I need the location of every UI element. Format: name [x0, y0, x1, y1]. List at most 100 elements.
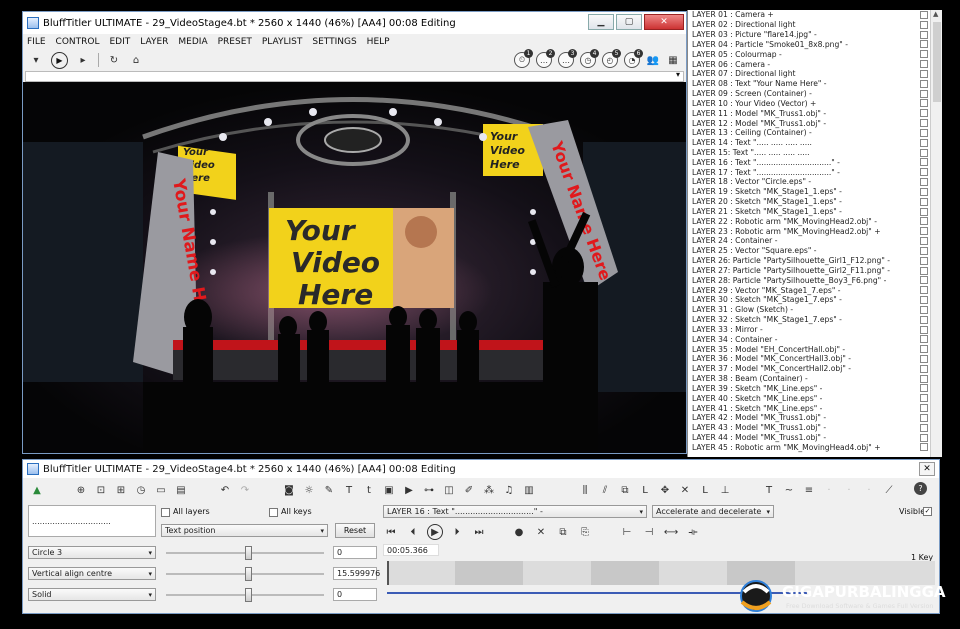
close-button[interactable]: ✕ — [644, 14, 684, 30]
chart-icon[interactable]: ▥ — [521, 482, 537, 498]
layer-visibility-checkbox[interactable] — [920, 89, 928, 98]
menu-preset[interactable]: PRESET — [218, 37, 252, 47]
menu-layer[interactable]: LAYER — [140, 37, 168, 47]
audio-icon[interactable]: ♫ — [501, 482, 517, 498]
layer-row[interactable]: LAYER 01 : Camera + — [688, 10, 942, 20]
refresh-icon[interactable]: ↻ — [107, 53, 121, 67]
reset-button[interactable]: Reset — [335, 523, 375, 538]
paste-key-icon[interactable]: ⎘ — [577, 524, 593, 540]
layer-visibility-checkbox[interactable] — [920, 296, 928, 305]
layer-visibility-checkbox[interactable] — [920, 433, 928, 442]
param-slider-1[interactable] — [166, 546, 324, 560]
param-combo-1[interactable]: Circle 3 ▾ — [28, 546, 156, 559]
play-icon[interactable]: ▶ — [51, 51, 68, 69]
layer-row[interactable]: LAYER 40 : Sketch "MK_Line.eps" - — [688, 393, 942, 403]
layer-row[interactable]: LAYER 09 : Screen (Container) - — [688, 89, 942, 99]
cube-icon[interactable]: ◫ — [441, 482, 457, 498]
text-input[interactable]: ............................... — [28, 505, 156, 537]
layer-row[interactable]: LAYER 41 : Sketch "MK_Line.eps" - — [688, 403, 942, 413]
param-value-2[interactable]: 15.599976 — [333, 567, 380, 580]
record-icon[interactable]: ● — [511, 524, 527, 540]
all-layers-checkbox[interactable] — [161, 508, 170, 517]
timer-icon[interactable]: ⏲ 1 — [514, 49, 533, 68]
menu-help[interactable]: HELP — [367, 37, 390, 47]
layer-visibility-checkbox[interactable] — [920, 443, 928, 452]
time-field[interactable]: 00:05.366 — [383, 544, 439, 556]
layer-visibility-checkbox[interactable] — [920, 187, 928, 196]
layer-row[interactable]: LAYER 21 : Sketch "MK_Stage1_1.eps" - — [688, 207, 942, 217]
redo-icon[interactable]: ↷ — [237, 482, 253, 498]
layer-list[interactable]: LAYER 01 : Camera + LAYER 02 : Directiona… — [687, 10, 942, 457]
forward-icon[interactable]: ▸ — [76, 53, 90, 67]
undo-icon[interactable]: ↶ — [217, 482, 233, 498]
menu-media[interactable]: MEDIA — [178, 37, 207, 47]
layer-combo[interactable]: LAYER 16 : Text ".......................… — [383, 505, 647, 518]
layer-visibility-checkbox[interactable] — [920, 217, 928, 226]
layer-row[interactable]: LAYER 27: Particle "PartySilhouette_Girl… — [688, 266, 942, 276]
layer-row[interactable]: LAYER 08 : Text "Your Name Here" - — [688, 79, 942, 89]
layer-row[interactable]: LAYER 10 : Your Video (Vector) + — [688, 98, 942, 108]
menu-settings[interactable]: SETTINGS — [312, 37, 356, 47]
slider-thumb[interactable] — [245, 546, 252, 560]
layer-row[interactable]: LAYER 30 : Sketch "MK_Stage1_7.eps" - — [688, 295, 942, 305]
param-slider-2[interactable] — [166, 567, 324, 581]
chat-icon[interactable]: … 2 — [536, 49, 555, 68]
layer-row[interactable]: LAYER 42 : Model "MK_Truss1.obj" - — [688, 413, 942, 423]
layer-visibility-checkbox[interactable] — [920, 148, 928, 157]
step-back-icon[interactable]: ⏴ — [405, 524, 421, 540]
layer-row[interactable]: LAYER 36 : Model "MK_ConcertHall3.obj" - — [688, 354, 942, 364]
layer-visibility-checkbox[interactable] — [920, 50, 928, 59]
layer-row[interactable]: LAYER 15: Text "..... ..... ..... ..... — [688, 148, 942, 158]
all-keys-checkbox[interactable] — [269, 508, 278, 517]
layer-row[interactable]: LAYER 07 : Directional light — [688, 69, 942, 79]
layer-row[interactable]: LAYER 17 : Text ".......................… — [688, 167, 942, 177]
layer-row[interactable]: LAYER 06 : Camera - — [688, 59, 942, 69]
home-icon[interactable]: ⌂ — [129, 53, 143, 67]
layer-visibility-checkbox[interactable] — [920, 256, 928, 265]
particle-icon[interactable]: ⁂ — [481, 482, 497, 498]
menu-playlist[interactable]: PLAYLIST — [262, 37, 302, 47]
scroll-up-icon[interactable]: ▲ — [933, 10, 938, 18]
layer-visibility-checkbox[interactable] — [920, 138, 928, 147]
layer-row[interactable]: LAYER 45 : Robotic arm "MK_MovingHead4.o… — [688, 442, 942, 452]
layer-visibility-checkbox[interactable] — [920, 413, 928, 422]
param-slider-3[interactable] — [166, 588, 324, 602]
layer-visibility-checkbox[interactable] — [920, 40, 928, 49]
delete-key-icon[interactable]: ✕ — [533, 524, 549, 540]
menu-control[interactable]: CONTROL — [56, 37, 100, 47]
layer-row[interactable]: LAYER 26: Particle "PartySilhouette_Girl… — [688, 256, 942, 266]
lock-icon[interactable]: ⊥ — [717, 482, 733, 498]
preset-combo[interactable]: ▾ — [25, 70, 684, 82]
layer-row[interactable]: LAYER 20 : Sketch "MK_Stage1_1.eps" - — [688, 197, 942, 207]
copy-key-icon[interactable]: ⧉ — [555, 524, 571, 540]
layer-visibility-checkbox[interactable] — [920, 168, 928, 177]
param-combo-3[interactable]: Solid ▾ — [28, 588, 156, 601]
step-forward-icon[interactable]: ⏵ — [449, 524, 465, 540]
slider-thumb[interactable] — [245, 567, 252, 581]
minimize-button[interactable]: ▁ — [588, 14, 614, 30]
open-icon[interactable]: ⊡ — [93, 482, 109, 498]
layer-visibility-checkbox[interactable] — [920, 305, 928, 314]
video-icon[interactable]: ▶ — [401, 482, 417, 498]
tool-1-icon[interactable]: T — [761, 482, 777, 498]
layer-visibility-checkbox[interactable] — [920, 158, 928, 167]
layer-row[interactable]: LAYER 35 : Model "EH_ConcertHall.obj" - — [688, 344, 942, 354]
film-icon[interactable]: ▤ — [173, 482, 189, 498]
layer-row[interactable]: LAYER 32 : Sketch "MK_Stage1_7.eps" - — [688, 315, 942, 325]
layer-visibility-checkbox[interactable] — [920, 374, 928, 383]
layer-visibility-checkbox[interactable] — [920, 286, 928, 295]
skip-start-icon[interactable]: ⏮ — [383, 524, 399, 540]
layer-visibility-checkbox[interactable] — [920, 423, 928, 432]
lower-icon[interactable]: L — [637, 482, 653, 498]
layer-row[interactable]: LAYER 02 : Directional light — [688, 20, 942, 30]
layer-row[interactable]: LAYER 25 : Vector "Square.eps" - — [688, 246, 942, 256]
nodes-icon[interactable]: ⊶ — [421, 482, 437, 498]
save-icon[interactable]: ⊞ — [113, 482, 129, 498]
link-icon[interactable]: ⧉ — [617, 482, 633, 498]
grid-icon[interactable]: ▦ — [666, 53, 680, 67]
layer-visibility-checkbox[interactable] — [920, 69, 928, 78]
wand-icon[interactable]: ⟋ — [881, 482, 897, 498]
layer-row[interactable]: LAYER 16 : Text ".......................… — [688, 157, 942, 167]
layer-visibility-checkbox[interactable] — [920, 207, 928, 216]
layer-row[interactable]: LAYER 34 : Container - — [688, 334, 942, 344]
